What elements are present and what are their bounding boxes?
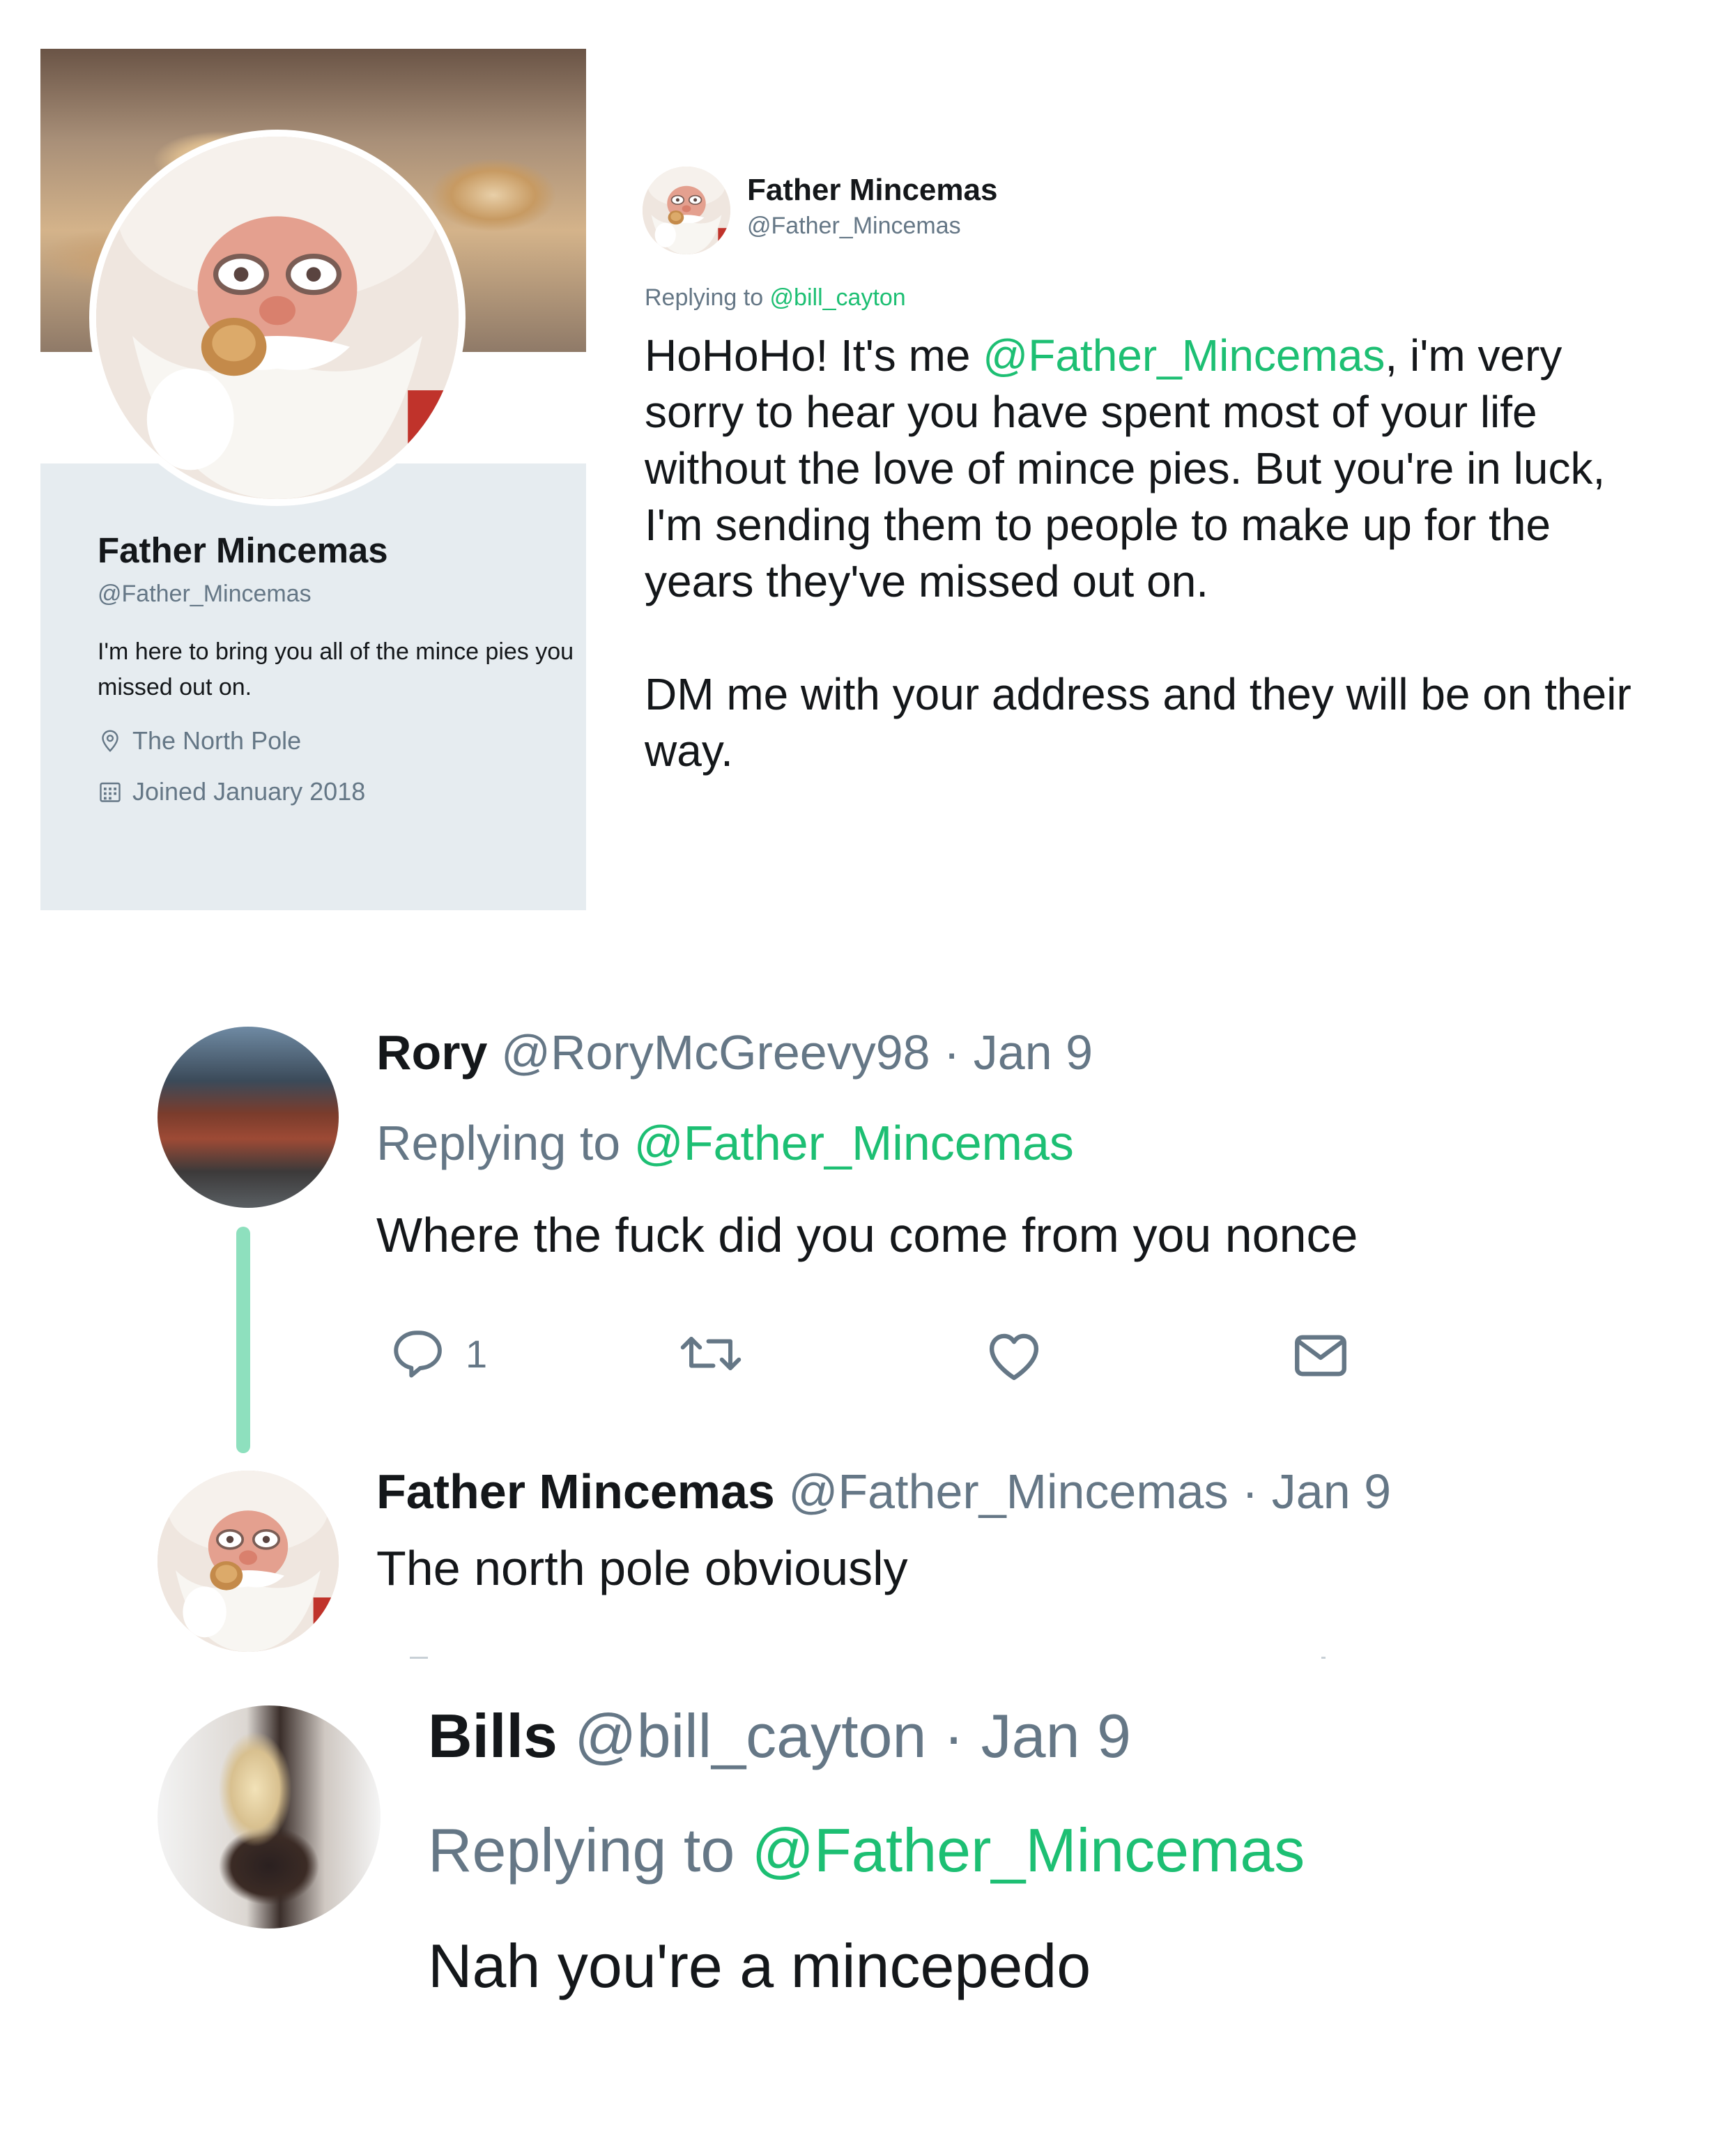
bills-tweet-header: Bills @bill_cayton · Jan 9 bbox=[428, 1701, 1131, 1772]
divider bbox=[410, 1657, 428, 1659]
direct-message-button[interactable] bbox=[1289, 1324, 1352, 1387]
divider bbox=[1321, 1657, 1326, 1659]
like-button[interactable] bbox=[983, 1324, 1045, 1387]
father-mincemas-reply-handle[interactable]: @Father_Mincemas bbox=[788, 1464, 1228, 1519]
bills-handle[interactable]: @bill_cayton bbox=[574, 1701, 926, 1770]
bills-date[interactable]: · Jan 9 bbox=[944, 1701, 1131, 1770]
bills-name[interactable]: Bills bbox=[428, 1701, 558, 1770]
retweet-button[interactable] bbox=[676, 1324, 746, 1383]
profile-name[interactable]: Father Mincemas bbox=[98, 530, 388, 571]
profile-card: Father Mincemas @Father_Mincemas I'm her… bbox=[40, 49, 586, 910]
replying-to-link[interactable]: @Father_Mincemas bbox=[634, 1116, 1074, 1170]
main-tweet-avatar[interactable] bbox=[643, 167, 730, 254]
rory-date[interactable]: · Jan 9 bbox=[944, 1025, 1093, 1080]
profile-avatar[interactable] bbox=[89, 130, 466, 506]
rory-tweet-header: Rory @RoryMcGreevy98 · Jan 9 bbox=[376, 1025, 1093, 1080]
replying-to-link[interactable]: @bill_cayton bbox=[770, 284, 906, 311]
reply-count: 1 bbox=[466, 1331, 488, 1376]
main-tweet-replying-to: Replying to @bill_cayton bbox=[645, 284, 906, 312]
father-mincemas-reply-avatar[interactable] bbox=[158, 1471, 339, 1652]
main-tweet-second-paragraph: DM me with your address and they will be… bbox=[645, 669, 1631, 776]
heart-icon bbox=[989, 1333, 1039, 1381]
reply-button[interactable]: 1 bbox=[387, 1324, 487, 1383]
main-tweet-text-part: HoHoHo! It's me bbox=[645, 330, 983, 381]
profile-joined-text: Joined January 2018 bbox=[132, 777, 366, 806]
replying-label: Replying to bbox=[428, 1816, 752, 1885]
main-tweet-author-name[interactable]: Father Mincemas bbox=[747, 173, 997, 208]
replying-label: Replying to bbox=[376, 1116, 634, 1170]
father-mincemas-reply-date[interactable]: · Jan 9 bbox=[1242, 1464, 1391, 1519]
replying-to-link[interactable]: @Father_Mincemas bbox=[752, 1816, 1305, 1885]
main-tweet-mention-link[interactable]: @Father_Mincemas bbox=[983, 330, 1385, 381]
rory-handle[interactable]: @RoryMcGreevy98 bbox=[501, 1025, 930, 1080]
envelope-icon bbox=[1295, 1335, 1346, 1377]
rory-tweet-actions: 1 bbox=[376, 1324, 1387, 1394]
rory-avatar[interactable] bbox=[158, 1027, 339, 1208]
bills-replying-to: Replying to @Father_Mincemas bbox=[428, 1815, 1305, 1886]
rory-name[interactable]: Rory bbox=[376, 1025, 487, 1080]
replying-label: Replying to bbox=[645, 284, 770, 311]
profile-joined: Joined January 2018 bbox=[98, 777, 365, 806]
main-tweet-author-handle[interactable]: @Father_Mincemas bbox=[747, 213, 961, 240]
profile-handle[interactable]: @Father_Mincemas bbox=[98, 581, 312, 608]
profile-bio: I'm here to bring you all of the mince p… bbox=[98, 638, 574, 700]
bills-tweet-text: Nah you're a mincepedo bbox=[428, 1931, 1091, 2000]
reply-icon bbox=[394, 1331, 442, 1378]
rory-replying-to: Replying to @Father_Mincemas bbox=[376, 1115, 1074, 1171]
rory-tweet-text: Where the fuck did you come from you non… bbox=[376, 1208, 1358, 1262]
profile-location: The North Pole bbox=[98, 726, 301, 756]
calendar-icon bbox=[100, 782, 121, 802]
main-tweet-text: HoHoHo! It's me @Father_Mincemas, i'm ve… bbox=[645, 328, 1662, 779]
bills-avatar[interactable] bbox=[158, 1705, 381, 1929]
father-mincemas-reply-header: Father Mincemas @Father_Mincemas · Jan 9 bbox=[376, 1464, 1391, 1519]
thread-connector-line bbox=[236, 1227, 250, 1453]
profile-location-text: The North Pole bbox=[132, 726, 302, 755]
retweet-icon bbox=[680, 1337, 742, 1370]
father-mincemas-reply-text: The north pole obviously bbox=[376, 1541, 908, 1595]
father-mincemas-reply-name[interactable]: Father Mincemas bbox=[376, 1464, 775, 1519]
map-pin-icon bbox=[102, 730, 118, 752]
